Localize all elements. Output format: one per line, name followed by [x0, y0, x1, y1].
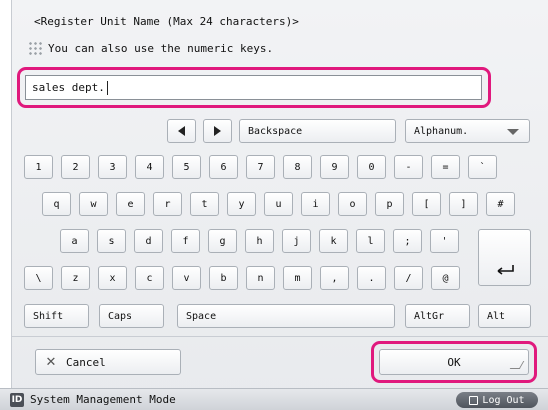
- key-row2-12[interactable]: #: [486, 192, 515, 216]
- key-row1-5[interactable]: 6: [209, 155, 238, 179]
- key-row4-9[interactable]: .: [357, 266, 386, 290]
- space-key[interactable]: Space: [177, 304, 395, 328]
- caps-key[interactable]: Caps: [99, 304, 164, 328]
- logout-icon: [469, 395, 479, 405]
- close-icon: ✕: [45, 354, 57, 370]
- key-row3-8[interactable]: l: [356, 229, 385, 253]
- ok-button[interactable]: OK: [379, 349, 529, 375]
- key-row2-4[interactable]: t: [190, 192, 219, 216]
- hint-row: You can also use the numeric keys.: [28, 38, 273, 58]
- left-edge-bar: [0, 0, 12, 388]
- key-row1-1[interactable]: 2: [61, 155, 90, 179]
- key-row2-3[interactable]: r: [153, 192, 182, 216]
- resize-grip-icon: [509, 361, 525, 369]
- key-row3-6[interactable]: j: [282, 229, 311, 253]
- key-row4-0[interactable]: \: [24, 266, 53, 290]
- ok-label: OK: [447, 355, 461, 369]
- key-row1-12[interactable]: `: [468, 155, 497, 179]
- hint-text: You can also use the numeric keys.: [48, 41, 274, 55]
- key-row4-1[interactable]: z: [61, 266, 90, 290]
- dialog-title: <Register Unit Name (Max 24 characters)>: [34, 15, 299, 28]
- unit-name-value: sales dept.: [32, 81, 105, 94]
- key-row2-9[interactable]: p: [375, 192, 404, 216]
- key-row3-5[interactable]: h: [245, 229, 274, 253]
- arrow-left-icon: [178, 126, 185, 136]
- chevron-down-icon: [507, 129, 519, 135]
- key-row4-8[interactable]: ,: [320, 266, 349, 290]
- key-row4-7[interactable]: m: [283, 266, 312, 290]
- key-row3-3[interactable]: f: [171, 229, 200, 253]
- logout-label: Log Out: [482, 394, 525, 406]
- key-row1-4[interactable]: 5: [172, 155, 201, 179]
- shift-key[interactable]: Shift: [24, 304, 89, 328]
- key-row3-9[interactable]: ;: [393, 229, 422, 253]
- key-row4-2[interactable]: x: [98, 266, 127, 290]
- input-mode-select[interactable]: Alphanum.: [405, 119, 530, 143]
- mode-label: System Management Mode: [30, 393, 176, 406]
- alt-key[interactable]: Alt: [478, 304, 531, 328]
- cancel-label: Cancel: [66, 355, 106, 369]
- key-row2-10[interactable]: [: [412, 192, 441, 216]
- key-row1-2[interactable]: 3: [98, 155, 127, 179]
- key-row3-1[interactable]: s: [97, 229, 126, 253]
- logout-button[interactable]: Log Out: [456, 392, 538, 408]
- key-row3-0[interactable]: a: [60, 229, 89, 253]
- key-row4-5[interactable]: b: [209, 266, 238, 290]
- key-row1-8[interactable]: 9: [320, 155, 349, 179]
- key-row1-11[interactable]: =: [431, 155, 460, 179]
- altgr-key[interactable]: AltGr: [405, 304, 470, 328]
- key-row2-5[interactable]: y: [227, 192, 256, 216]
- cancel-button[interactable]: ✕ Cancel: [35, 349, 181, 375]
- text-caret: [106, 80, 108, 95]
- id-icon: ID: [10, 392, 24, 407]
- key-row2-8[interactable]: o: [338, 192, 367, 216]
- key-row4-4[interactable]: v: [172, 266, 201, 290]
- unit-name-input[interactable]: sales dept.: [25, 75, 482, 100]
- key-row2-6[interactable]: u: [264, 192, 293, 216]
- key-row1-10[interactable]: -: [394, 155, 423, 179]
- enter-icon: [497, 265, 514, 275]
- enter-key[interactable]: [478, 229, 531, 286]
- key-row2-7[interactable]: i: [301, 192, 330, 216]
- key-row1-9[interactable]: 0: [357, 155, 386, 179]
- key-row3-10[interactable]: ': [430, 229, 459, 253]
- key-row3-2[interactable]: d: [134, 229, 163, 253]
- key-row2-1[interactable]: w: [79, 192, 108, 216]
- key-row3-4[interactable]: g: [208, 229, 237, 253]
- key-row4-11[interactable]: @: [431, 266, 460, 290]
- status-bar: ID System Management Mode Log Out: [0, 388, 548, 410]
- key-row4-10[interactable]: /: [394, 266, 423, 290]
- key-row4-6[interactable]: n: [246, 266, 275, 290]
- key-row1-3[interactable]: 4: [135, 155, 164, 179]
- key-row2-0[interactable]: q: [42, 192, 71, 216]
- input-mode-value: Alphanum.: [414, 125, 469, 137]
- key-row1-6[interactable]: 7: [246, 155, 275, 179]
- divider: [12, 336, 548, 337]
- cursor-left-button[interactable]: [167, 119, 196, 143]
- key-row1-0[interactable]: 1: [24, 155, 53, 179]
- key-row4-3[interactable]: c: [135, 266, 164, 290]
- backspace-button[interactable]: Backspace: [239, 119, 396, 143]
- cursor-right-button[interactable]: [203, 119, 232, 143]
- screen: <Register Unit Name (Max 24 characters)>…: [0, 0, 548, 410]
- arrow-right-icon: [214, 126, 221, 136]
- numeric-keys-icon: [28, 41, 44, 55]
- key-row3-7[interactable]: k: [319, 229, 348, 253]
- key-row1-7[interactable]: 8: [283, 155, 312, 179]
- key-row2-11[interactable]: ]: [449, 192, 478, 216]
- key-row2-2[interactable]: e: [116, 192, 145, 216]
